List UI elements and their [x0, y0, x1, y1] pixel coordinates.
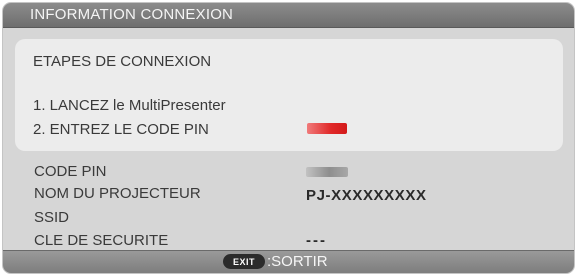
projector-name-label: NOM DU PROJECTEUR: [34, 185, 201, 202]
window-title: INFORMATION CONNEXION: [30, 6, 234, 23]
pin-code-masked-value: [306, 167, 348, 177]
security-key-label: CLE DE SECURITE: [34, 232, 169, 249]
footer-bar: EXIT :SORTIR: [3, 250, 574, 273]
security-key-value: ---: [306, 232, 327, 249]
projector-name-value: PJ-XXXXXXXXX: [306, 187, 427, 204]
pin-code-label: CODE PIN: [34, 163, 107, 180]
steps-heading: ETAPES DE CONNEXION: [33, 53, 212, 70]
connection-info-window: INFORMATION CONNEXION ETAPES DE CONNEXIO…: [3, 3, 574, 273]
step-launch-multipresenter: 1. LANCEZ le MultiPresenter: [33, 97, 226, 114]
exit-label: :SORTIR: [267, 253, 328, 270]
step-enter-pin: 2. ENTREZ LE CODE PIN: [33, 121, 209, 138]
title-bar: INFORMATION CONNEXION: [3, 3, 574, 28]
connection-steps-panel: ETAPES DE CONNEXION 1. LANCEZ le MultiPr…: [15, 39, 563, 151]
ssid-label: SSID: [34, 209, 70, 226]
exit-key-button[interactable]: EXIT: [223, 254, 265, 269]
pin-code-masked-highlight: [307, 123, 347, 134]
